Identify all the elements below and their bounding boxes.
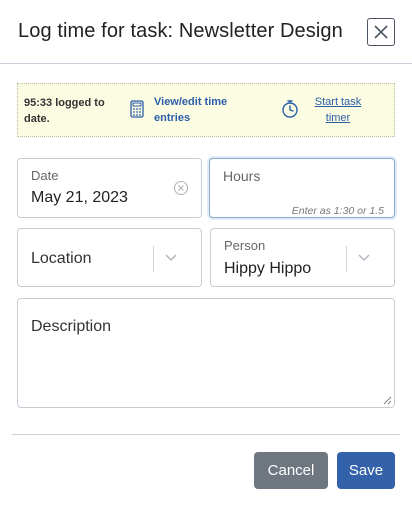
close-button[interactable] — [367, 18, 395, 46]
date-field[interactable]: Date May 21, 2023 — [17, 158, 202, 218]
resize-grip-icon[interactable] — [383, 396, 392, 405]
location-select[interactable]: Location — [17, 228, 202, 287]
logged-time-text: 95:33 logged to date. — [24, 97, 105, 125]
close-icon — [374, 25, 388, 39]
person-value: Hippy Hippo — [224, 260, 312, 277]
location-divider — [153, 246, 154, 272]
cancel-button[interactable]: Cancel — [254, 452, 328, 489]
dialog-title: Log time for task: Newsletter Design — [18, 20, 343, 42]
person-select[interactable]: Person Hippy Hippo — [210, 228, 395, 287]
location-placeholder: Location — [31, 250, 92, 267]
calculator-icon[interactable] — [130, 100, 144, 118]
chevron-down-icon[interactable] — [164, 253, 178, 263]
save-button[interactable]: Save — [337, 452, 395, 489]
chevron-down-icon[interactable] — [357, 253, 371, 263]
dialog-header: Log time for task: Newsletter Design — [0, 0, 412, 64]
person-divider — [346, 246, 347, 272]
person-label: Person — [224, 238, 266, 253]
date-value: May 21, 2023 — [31, 189, 128, 206]
time-info-bar: 95:33 logged to date. View/edit time ent… — [17, 83, 395, 137]
start-timer-link[interactable]: Start task timer — [308, 94, 368, 126]
view-edit-entries-link[interactable]: View/edit time entries — [154, 94, 249, 126]
hours-input[interactable]: Hours Enter as 1:30 or 1.5 — [209, 158, 395, 218]
clear-date-icon[interactable] — [173, 180, 189, 196]
log-time-dialog: Log time for task: Newsletter Design 95:… — [0, 0, 412, 514]
date-label: Date — [31, 168, 59, 183]
description-textarea[interactable]: Description — [17, 298, 395, 408]
hours-hint: Enter as 1:30 or 1.5 — [291, 205, 384, 217]
hours-placeholder: Hours — [223, 168, 261, 184]
footer-divider — [12, 434, 400, 435]
description-placeholder: Description — [31, 318, 112, 335]
stopwatch-icon[interactable] — [280, 99, 300, 119]
